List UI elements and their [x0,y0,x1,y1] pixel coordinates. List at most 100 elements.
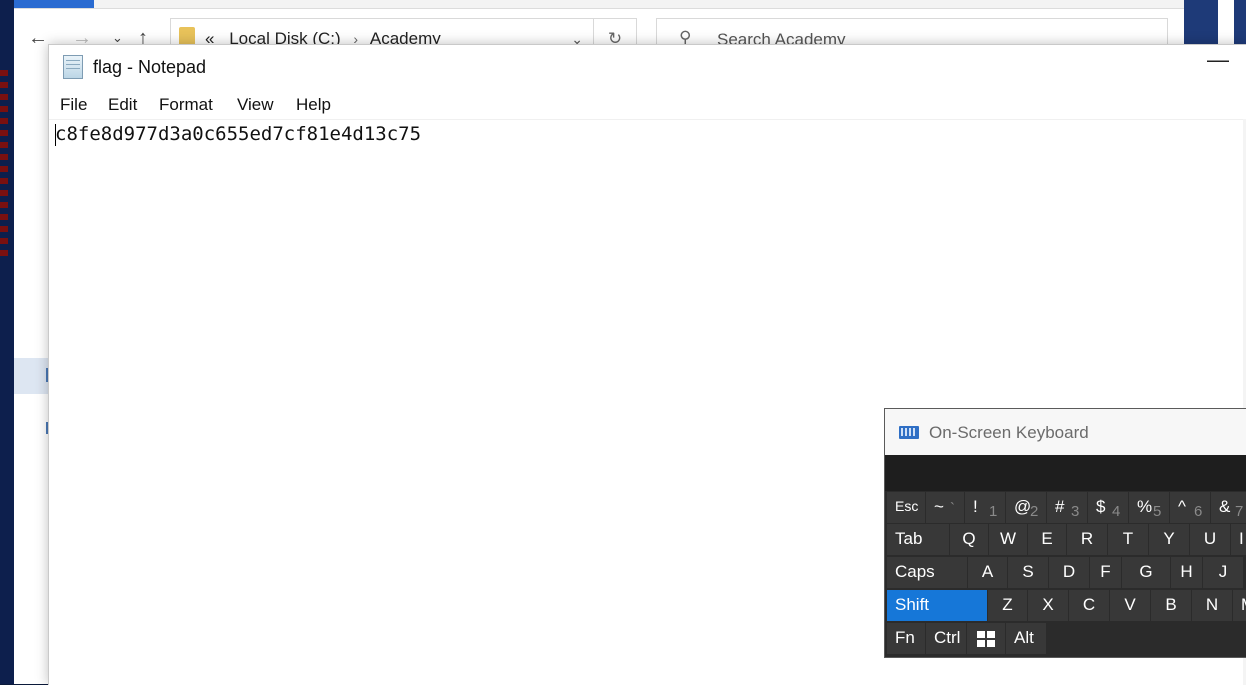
key-6[interactable]: ^ 6 [1170,492,1210,523]
key-label: G [1139,562,1153,581]
key-label: ~ [934,497,944,516]
key-fn[interactable]: Fn [887,623,925,654]
explorer-ribbon-edge [14,0,1184,9]
key-t[interactable]: T [1108,524,1148,555]
key-2[interactable]: @ 2 [1006,492,1046,523]
key-label: Z [1002,595,1013,614]
key-label: Y [1163,529,1175,548]
key-label: M [1241,595,1246,615]
text-editor-content[interactable]: c8fe8d977d3a0c655ed7cf81e4d13c75 [55,123,421,145]
notepad-titlebar[interactable]: flag - Notepad — [49,45,1246,89]
key-label: % [1137,497,1153,516]
key-x[interactable]: X [1028,590,1068,621]
key-4[interactable]: $ 4 [1088,492,1128,523]
key-label: I [1239,529,1244,548]
desktop-background-right [1184,0,1246,46]
key-label: H [1180,562,1193,581]
key-m[interactable]: M [1233,590,1246,621]
key-label: Fn [895,628,915,647]
key-i[interactable]: I [1231,524,1246,555]
key-a[interactable]: A [968,557,1007,588]
menu-edit[interactable]: Edit [108,95,137,115]
key-sublabel: 4 [1112,503,1121,520]
key-r[interactable]: R [1067,524,1107,555]
key-label: U [1203,529,1217,548]
key-c[interactable]: C [1069,590,1109,621]
key-sublabel: 2 [1030,503,1039,520]
window-title: flag - Notepad [93,57,207,77]
osk-titlebar[interactable]: On-Screen Keyboard [885,409,1246,455]
key-tab[interactable]: Tab [887,524,949,555]
key-shift[interactable]: Shift [887,590,987,621]
explorer-file-tab[interactable] [14,0,94,8]
key-sublabel: 3 [1071,503,1080,520]
key-alt[interactable]: Alt [1006,623,1046,654]
key-label: R [1080,529,1094,548]
key-label: C [1082,595,1096,614]
key-label: # [1055,497,1065,516]
key-h[interactable]: H [1171,557,1202,588]
key-label: Esc [895,498,919,514]
key-label: Q [962,529,976,548]
key-s[interactable]: S [1008,557,1048,588]
key-f[interactable]: F [1090,557,1121,588]
windows-logo-icon [977,631,995,647]
menu-format[interactable]: Format [159,95,213,115]
menu-view[interactable]: View [237,95,274,115]
key-label: Ctrl [934,628,961,647]
key-label: & [1219,497,1231,516]
key-q[interactable]: Q [950,524,988,555]
osk-prediction-strip [885,455,1246,491]
osk-title: On-Screen Keyboard [929,423,1089,442]
menu-file[interactable]: File [60,95,87,115]
key-label: @ [1014,497,1032,516]
key-label: B [1165,595,1177,614]
key-u[interactable]: U [1190,524,1230,555]
key-b[interactable]: B [1151,590,1191,621]
key-sublabel: 5 [1153,503,1162,520]
key-7[interactable]: & 7 [1211,492,1246,523]
key-tilde[interactable]: ~ ` [926,492,964,523]
menu-help[interactable]: Help [296,95,331,115]
minimize-button[interactable]: — [1207,47,1229,73]
key-label: E [1041,529,1053,548]
key-sublabel: 7 [1235,503,1244,520]
key-sublabel: 1 [989,503,998,520]
key-j[interactable]: J [1203,557,1243,588]
on-screen-keyboard-window: On-Screen Keyboard Esc ~ ` ! 1 @ 2 # 3 $… [884,408,1246,658]
key-sublabel: ` [950,500,955,517]
key-g[interactable]: G [1122,557,1170,588]
nav-pane-selected-item[interactable] [14,358,50,394]
background-window-edge [1218,0,1234,46]
key-e[interactable]: E [1028,524,1066,555]
key-3[interactable]: # 3 [1047,492,1087,523]
key-label: V [1124,595,1136,614]
key-5[interactable]: % 5 [1129,492,1169,523]
key-z[interactable]: Z [988,590,1027,621]
key-windows[interactable] [967,623,1005,654]
key-1[interactable]: ! 1 [965,492,1005,523]
key-v[interactable]: V [1110,590,1150,621]
key-sublabel: 6 [1194,503,1203,520]
key-label: Shift [895,595,930,614]
key-label: X [1042,595,1054,614]
keyboard-icon [899,426,919,439]
background-window-edge [0,70,8,260]
key-label: W [999,529,1017,548]
notepad-icon [63,55,83,79]
key-label: S [1022,562,1034,581]
key-label: Caps [895,562,935,581]
key-y[interactable]: Y [1149,524,1189,555]
key-esc[interactable]: Esc [887,492,925,523]
arrow-left-icon[interactable]: ← [28,26,48,50]
text-caret [55,124,56,146]
key-caps[interactable]: Caps [887,557,967,588]
key-label: ^ [1178,497,1186,516]
key-d[interactable]: D [1049,557,1089,588]
key-ctrl[interactable]: Ctrl [926,623,966,654]
key-n[interactable]: N [1192,590,1232,621]
key-label: Tab [895,529,923,548]
key-label: ! [973,497,978,516]
key-w[interactable]: W [989,524,1027,555]
key-label: Alt [1014,628,1034,647]
